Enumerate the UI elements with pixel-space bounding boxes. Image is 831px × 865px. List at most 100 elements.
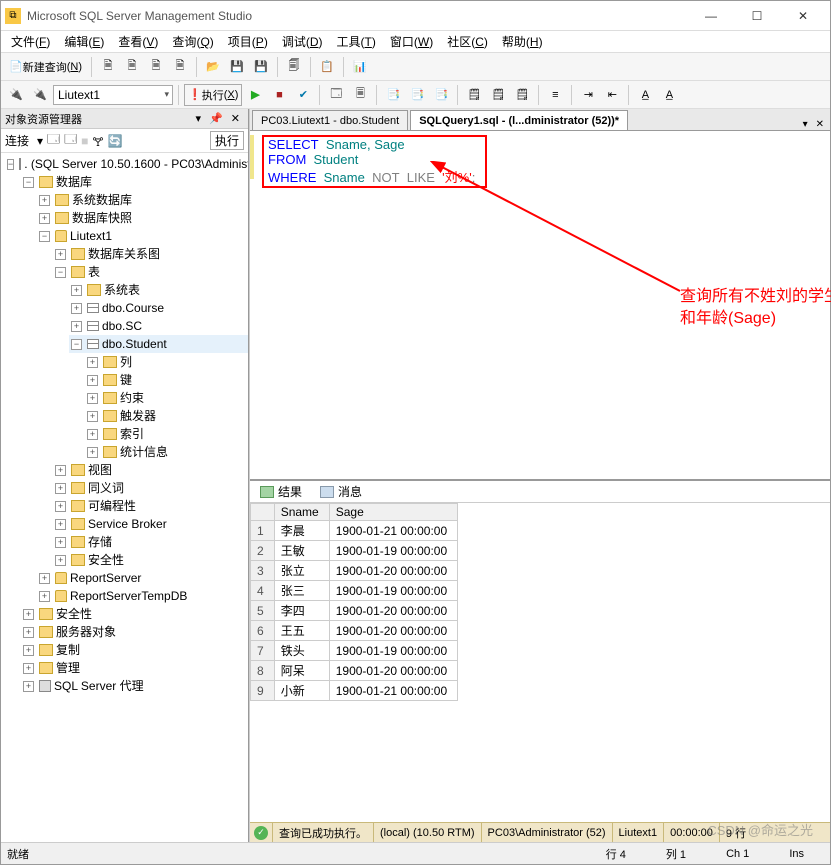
exp-filter-button[interactable]: 🝖 [92,128,103,153]
minimize-button[interactable]: — [688,2,734,30]
tabs-dropdown[interactable]: ▾ [799,119,812,130]
app-statusbar: 就绪 行 4 列 1 Ch 1 Ins [1,842,830,864]
menu-community[interactable]: 社区(C) [441,31,494,52]
tb-btn-3[interactable]: 🗎 [145,56,167,78]
tree-management[interactable]: +管理 [21,659,248,677]
tab-student-table[interactable]: PC03.Liutext1 - dbo.Student [252,110,408,130]
menu-window[interactable]: 窗口(W) [384,31,439,52]
tree-sqlagent[interactable]: +SQL Server 代理 [21,677,248,695]
status-ready: 就绪 [7,846,29,862]
tb-btn-4[interactable]: 🗎 [169,56,191,78]
explorer-toolbar: 连接 ▾ 🗔 🗔 ■ 🝖 🔄 执行 [1,129,248,153]
tree-replication[interactable]: +复制 [21,641,248,659]
connect-dropdown[interactable]: ▾ [37,134,43,148]
tree-systables[interactable]: +系统表 [69,281,248,299]
exp-btn-2[interactable]: 🗔 [64,130,77,151]
save-all-button[interactable]: 💾 [250,56,272,78]
tree-storage[interactable]: +存储 [53,533,248,551]
messages-tab[interactable]: 消息 [314,481,368,502]
activity-button[interactable]: 📊 [349,56,371,78]
stop-button[interactable]: ■ [268,84,290,106]
comment-button[interactable]: A̲ [634,84,656,106]
status-ins: Ins [769,848,824,860]
close-button[interactable]: ✕ [780,2,826,30]
results-tab[interactable]: 结果 [254,481,308,502]
tree-serverobjects[interactable]: +服务器对象 [21,623,248,641]
tb2-change[interactable]: 🔌 [29,84,51,106]
tree-databases[interactable]: −数据库 [21,173,248,191]
tree-reportserver[interactable]: +ReportServer [37,569,248,587]
tree-student[interactable]: −dbo.Student [69,335,248,353]
tb-btn-1[interactable]: 🗎 [97,56,119,78]
tb2-b1[interactable]: 🗔 [325,84,347,106]
tree-snapshots[interactable]: +数据库快照 [37,209,248,227]
tb2-b2[interactable]: 🗏 [349,84,371,106]
new-query-button[interactable]: 📄 新建查询(N) [5,56,86,78]
tb2-b4[interactable]: 📑 [406,84,428,106]
tree-programmability[interactable]: +可编程性 [53,497,248,515]
tree-keys[interactable]: +键 [85,371,248,389]
explorer-tree[interactable]: −. (SQL Server 10.50.1600 - PC03\Adminis… [1,153,248,842]
tb2-b7[interactable]: 🗒 [487,84,509,106]
tb-btn-9[interactable]: 📋 [316,56,338,78]
execute-button[interactable]: ❗ 执行(X) [184,84,242,106]
tab-sqlquery[interactable]: SQLQuery1.sql - (l...dministrator (52))* [410,110,628,130]
indent-button[interactable]: ⇥ [577,84,599,106]
exp-btn-1[interactable]: 🗔 [47,130,60,151]
menu-view[interactable]: 查看(V) [112,31,164,52]
tb2-b6[interactable]: 🗒 [463,84,485,106]
menu-help[interactable]: 帮助(H) [496,31,549,52]
menu-project[interactable]: 项目(P) [222,31,274,52]
tree-sc[interactable]: +dbo.SC [69,317,248,335]
maximize-button[interactable]: ☐ [734,2,780,30]
tree-constraints[interactable]: +约束 [85,389,248,407]
menu-tools[interactable]: 工具(T) [331,31,382,52]
tree-diagrams[interactable]: +数据库关系图 [53,245,248,263]
pin-button[interactable]: 📌 [205,112,227,125]
menu-query[interactable]: 查询(Q) [166,31,219,52]
debug-run-button[interactable]: ▶ [244,84,266,106]
tb-btn-2[interactable]: 🗎 [121,56,143,78]
menu-edit[interactable]: 编辑(E) [58,31,110,52]
tb2-b9[interactable]: ≡ [544,84,566,106]
save-button[interactable]: 💾 [226,56,248,78]
exp-exec-button[interactable]: 执行 [210,131,244,150]
titlebar: ⧉ Microsoft SQL Server Management Studio… [1,1,830,31]
menu-debug[interactable]: 调试(D) [276,31,329,52]
status-col: 列 1 [646,846,706,862]
exp-refresh-button[interactable]: 🔄 [108,134,123,148]
open-button[interactable]: 📂 [202,56,224,78]
menu-file[interactable]: 文件(F) [5,31,56,52]
tree-views[interactable]: +视图 [53,461,248,479]
tb2-b8[interactable]: 🗒 [511,84,533,106]
tab-close-button[interactable]: ✕ [812,119,828,130]
explorer-close-button[interactable]: ✕ [227,112,244,125]
tree-synonyms[interactable]: +同义词 [53,479,248,497]
tree-servicebroker[interactable]: +Service Broker [53,515,248,533]
tree-server[interactable]: −. (SQL Server 10.50.1600 - PC03\Adminis… [5,155,248,173]
tree-stats[interactable]: +统计信息 [85,443,248,461]
parse-button[interactable]: ✔ [292,84,314,106]
tree-triggers[interactable]: +触发器 [85,407,248,425]
pin-icon[interactable]: ▾ [192,112,206,125]
tree-reportservertmp[interactable]: +ReportServerTempDB [37,587,248,605]
outdent-button[interactable]: ⇤ [601,84,623,106]
tb2-b5[interactable]: 📑 [430,84,452,106]
tree-course[interactable]: +dbo.Course [69,299,248,317]
annotation-text: 查询所有不姓刘的学生姓名(Sname)和年龄(Sage) [680,286,831,330]
tree-userdb[interactable]: −Liutext1 [37,227,248,245]
tree-indexes[interactable]: +索引 [85,425,248,443]
tb2-b3[interactable]: 📑 [382,84,404,106]
tb-btn-8[interactable]: 🗐 [283,56,305,78]
sql-editor[interactable]: SELECT Sname, Sage FROM Student WHERE Sn… [250,131,830,479]
database-combo[interactable]: Liutext1 [53,85,173,105]
tree-security-db[interactable]: +安全性 [53,551,248,569]
tree-cols[interactable]: +列 [85,353,248,371]
tree-tables[interactable]: −表 [53,263,248,281]
status-time: 00:00:00 [663,823,719,842]
tree-security[interactable]: +安全性 [21,605,248,623]
uncomment-button[interactable]: A̲ [658,84,680,106]
tree-sysdb[interactable]: +系统数据库 [37,191,248,209]
results-grid[interactable]: SnameSage1李晨1900-01-21 00:00:002王敏1900-0… [250,503,830,822]
tb2-conn[interactable]: 🔌 [5,84,27,106]
